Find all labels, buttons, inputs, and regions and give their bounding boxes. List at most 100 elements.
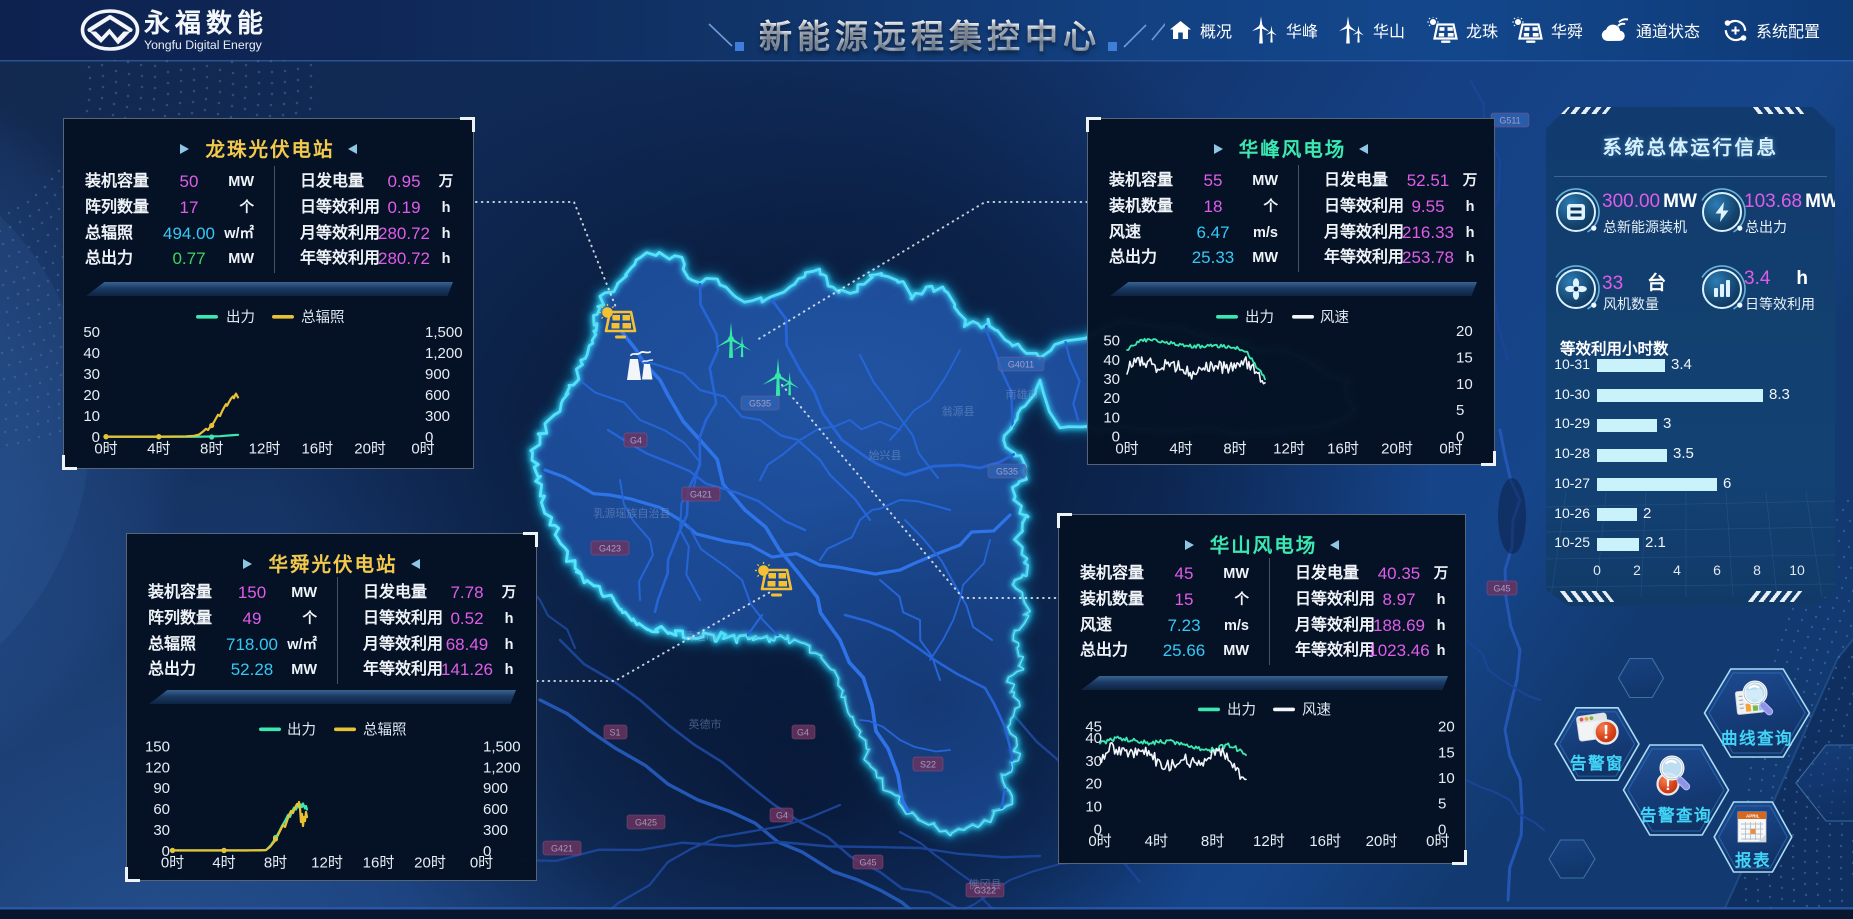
svg-text:30: 30 [153, 822, 170, 839]
svg-text:4时: 4时 [1145, 833, 1168, 850]
svg-text:16时: 16时 [1309, 833, 1341, 850]
svg-text:0: 0 [425, 429, 433, 446]
svg-text:4时: 4时 [212, 855, 235, 872]
svg-text:40: 40 [1103, 352, 1120, 369]
svg-text:风速: 风速 [1320, 309, 1349, 326]
svg-text:10: 10 [1438, 770, 1455, 787]
svg-text:20: 20 [1085, 776, 1102, 793]
svg-text:20时: 20时 [414, 855, 446, 872]
svg-text:900: 900 [425, 366, 450, 383]
svg-text:20时: 20时 [354, 441, 386, 458]
svg-text:永福数能: 永福数能 [144, 8, 268, 38]
svg-text:10: 10 [83, 408, 100, 425]
svg-text:G425: G425 [635, 818, 657, 828]
svg-text:10: 10 [1103, 409, 1120, 426]
svg-text:30: 30 [83, 366, 100, 383]
svg-text:5: 5 [1438, 796, 1446, 813]
svg-text:G45: G45 [1493, 584, 1510, 594]
svg-text:0时: 0时 [1115, 441, 1138, 458]
svg-text:0时: 0时 [1088, 833, 1111, 850]
svg-text:16时: 16时 [1327, 441, 1359, 458]
svg-text:APRIL: APRIL [1746, 813, 1760, 818]
svg-text:0时: 0时 [470, 855, 493, 872]
svg-text:20时: 20时 [1381, 441, 1413, 458]
svg-text:告警查询: 告警查询 [1640, 805, 1712, 825]
svg-text:20: 20 [1456, 323, 1473, 340]
svg-text:0时: 0时 [161, 855, 184, 872]
svg-text:告警窗: 告警窗 [1570, 753, 1624, 773]
svg-text:始兴县: 始兴县 [869, 448, 902, 462]
svg-text:出力: 出力 [1227, 702, 1256, 719]
svg-text:5: 5 [1456, 402, 1464, 419]
svg-text:G535: G535 [996, 467, 1018, 477]
svg-text:50: 50 [1103, 333, 1120, 350]
svg-text:G4: G4 [776, 811, 788, 821]
svg-text:120: 120 [145, 759, 170, 776]
svg-text:150: 150 [145, 739, 170, 756]
svg-text:出力: 出力 [226, 309, 255, 326]
svg-text:15: 15 [1456, 349, 1473, 366]
svg-text:20: 20 [1103, 390, 1120, 407]
svg-text:12时: 12时 [249, 441, 281, 458]
svg-text:!: ! [1603, 723, 1609, 744]
svg-text:300: 300 [425, 408, 450, 425]
svg-text:S22: S22 [920, 760, 936, 770]
svg-text:4时: 4时 [147, 441, 170, 458]
svg-text:总辐照: 总辐照 [363, 722, 407, 739]
svg-text:G423: G423 [599, 544, 621, 554]
svg-text:G535: G535 [749, 399, 771, 409]
svg-text:45: 45 [1085, 719, 1102, 736]
svg-text:12时: 12时 [311, 855, 343, 872]
svg-text:G4: G4 [630, 436, 642, 446]
svg-text:8时: 8时 [1223, 441, 1246, 458]
svg-text:乳源瑶族自治县: 乳源瑶族自治县 [594, 506, 671, 520]
svg-text:0: 0 [1438, 821, 1446, 838]
svg-text:40: 40 [1085, 730, 1102, 747]
svg-text:风速: 风速 [1302, 702, 1331, 719]
svg-text:8时: 8时 [1201, 833, 1224, 850]
svg-text:Yongfu Digital Energy: Yongfu Digital Energy [144, 38, 263, 52]
svg-text:S1: S1 [609, 728, 620, 738]
svg-text:15: 15 [1438, 744, 1455, 761]
svg-text:16时: 16时 [363, 855, 395, 872]
svg-text:20时: 20时 [1366, 833, 1398, 850]
svg-text:南雄市: 南雄市 [1006, 387, 1039, 401]
svg-text:1,200: 1,200 [483, 759, 521, 776]
svg-text:10: 10 [1085, 799, 1102, 816]
svg-text:G511: G511 [1499, 116, 1520, 126]
svg-text:曲线查询: 曲线查询 [1721, 728, 1793, 748]
svg-text:20: 20 [83, 387, 100, 404]
svg-text:翁源县: 翁源县 [942, 404, 975, 418]
svg-text:G4011: G4011 [1008, 360, 1034, 370]
svg-text:50: 50 [83, 324, 100, 341]
svg-text:0时: 0时 [94, 441, 117, 458]
svg-text:1,500: 1,500 [483, 739, 521, 756]
svg-text:G45: G45 [859, 858, 876, 868]
svg-text:0: 0 [1094, 821, 1102, 838]
svg-text:0时: 0时 [1439, 441, 1462, 458]
svg-text:1,500: 1,500 [425, 324, 463, 341]
svg-text:1,200: 1,200 [425, 345, 463, 362]
svg-text:0: 0 [1456, 429, 1464, 446]
svg-text:0时: 0时 [1426, 833, 1449, 850]
svg-text:4时: 4时 [1169, 441, 1192, 458]
svg-text:G4: G4 [797, 728, 809, 738]
svg-text:G421: G421 [551, 844, 573, 854]
svg-text:12时: 12时 [1273, 441, 1305, 458]
svg-text:30: 30 [1085, 753, 1102, 770]
svg-text:10: 10 [1456, 376, 1473, 393]
svg-text:60: 60 [153, 801, 170, 818]
svg-text:清远市: 清远市 [684, 629, 717, 643]
svg-text:8时: 8时 [264, 855, 287, 872]
svg-text:300: 300 [483, 822, 508, 839]
svg-text:0: 0 [483, 843, 491, 860]
svg-text:0时: 0时 [411, 441, 434, 458]
svg-text:G421: G421 [690, 490, 712, 500]
svg-text:90: 90 [153, 780, 170, 797]
svg-text:12时: 12时 [1253, 833, 1285, 850]
svg-text:英德市: 英德市 [689, 717, 722, 731]
svg-text:佛冈县: 佛冈县 [969, 878, 1002, 891]
svg-text:20: 20 [1438, 719, 1455, 736]
svg-text:600: 600 [483, 801, 508, 818]
svg-text:16时: 16时 [301, 441, 333, 458]
